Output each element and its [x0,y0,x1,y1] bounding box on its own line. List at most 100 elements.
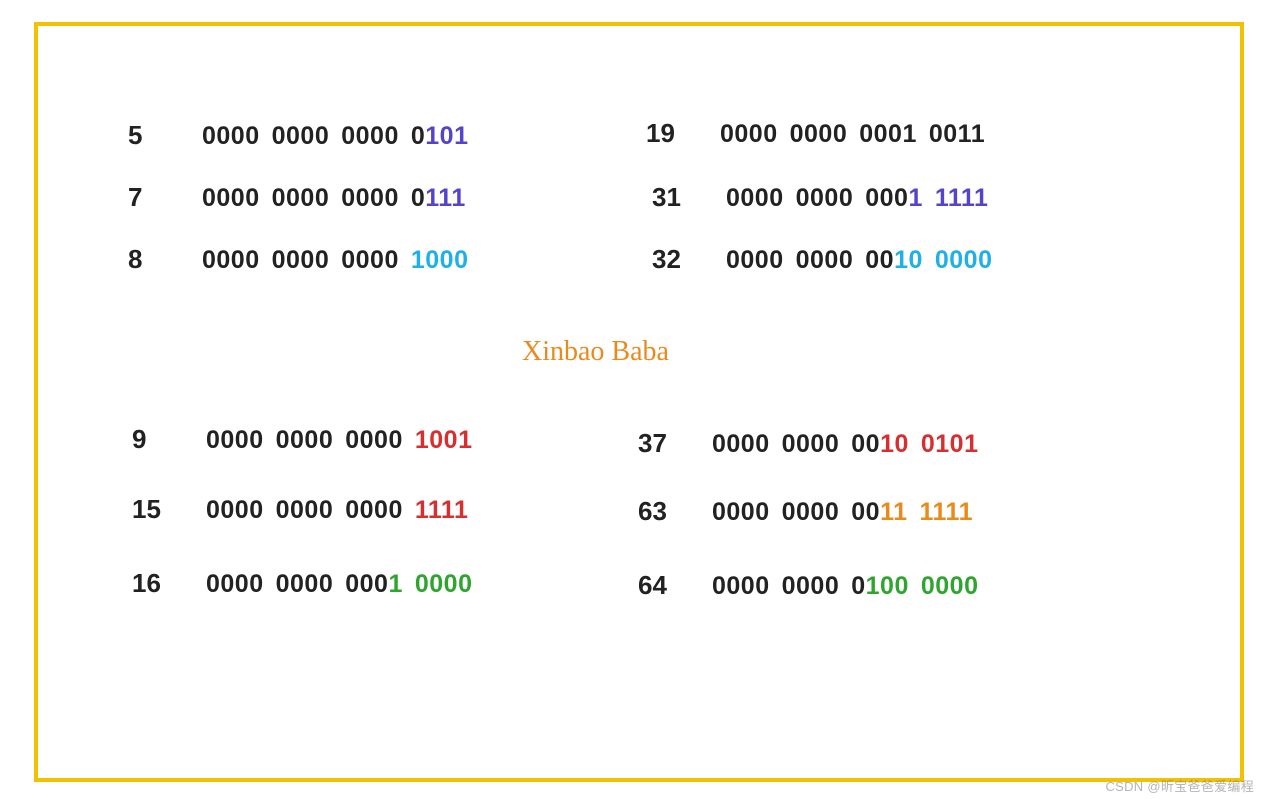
bit-run: 0000 [712,572,770,600]
nibble-group: 0000 [276,426,334,454]
bit-run: 0000 [712,498,770,526]
diagram-title: Xinbao Baba [522,336,669,368]
nibble-group: 0000 [202,246,260,274]
bit-run: 1111 [920,498,973,526]
binary-value: 0000 0000 0001 0011 [720,120,985,149]
bit-run: 0000 [341,246,399,274]
bit-run: 0000 [726,246,784,274]
decimal-value: 19 [646,118,684,149]
binary-value: 0000000000100000 [726,246,993,275]
decimal-value: 5 [128,120,166,151]
bit-run: 0 [411,122,425,150]
bit-run: 0000 [276,426,334,454]
binary-row-19: 19 0000 0000 0001 0011 [646,118,985,149]
nibble-group: 0111 [411,184,466,212]
nibble-group: 0000 [712,572,770,600]
binary-value: 0000 0000 0011 1111 [712,498,973,527]
bit-run: 1111 [935,184,988,212]
nibble-group: 0000 [415,570,473,598]
bit-run: 0000 [782,498,840,526]
watermark-text: CSDN @昕宝爸爸爱编程 [1105,776,1254,795]
nibble-group: 0000 [272,246,330,274]
bit-run: 0000 [272,184,330,212]
nibble-group: 1111 [935,184,988,212]
nibble-group: 1111 [415,496,468,524]
nibble-group: 0000 [202,122,260,150]
bit-run: 1 [908,184,922,212]
nibble-group: 0000 [712,430,770,458]
bit-run: 0001 [859,120,917,148]
binary-row-9: 9 0000 0000 0000 1001 [132,424,473,455]
bit-run: 00 [851,430,880,458]
bit-run: 0000 [726,184,784,212]
nibble-group: 0000 [341,122,399,150]
nibble-group: 1001 [415,426,473,454]
bit-run: 0000 [341,122,399,150]
binary-value: 0000000000001111 [206,496,468,525]
bit-run: 0000 [921,572,979,600]
nibble-group: 0000 [782,498,840,526]
bit-run: 0000 [790,120,848,148]
nibble-group: 0000 [782,572,840,600]
bit-run: 0011 [929,120,985,148]
nibble-group: 0000 [782,430,840,458]
bit-run: 0000 [720,120,778,148]
binary-value: 0000 0000 0000 0111 [202,184,466,213]
nibble-group: 0000 [712,498,770,526]
binary-row-5: 50000000000000101 [128,120,469,151]
bit-run: 0000 [272,246,330,274]
bit-run: 0101 [921,430,979,458]
nibble-group: 0011 [851,498,907,526]
bit-run: 1 [388,570,402,598]
bit-run: 11 [880,498,907,526]
decimal-value: 63 [638,496,676,527]
bit-run: 10 [880,430,909,458]
bit-run: 1001 [415,426,473,454]
bit-run: 0000 [202,246,260,274]
bit-run: 000 [865,184,908,212]
nibble-group: 0000 [796,184,854,212]
bit-run: 1111 [415,496,468,524]
bit-run: 0000 [782,572,840,600]
bit-run: 0000 [272,122,330,150]
decimal-value: 7 [128,182,166,213]
diagram-frame: 5000000000000010170000000000000111800000… [34,22,1244,782]
bit-run: 1000 [411,246,469,274]
nibble-group: 0000 [726,184,784,212]
nibble-group: 0010 [851,430,909,458]
decimal-value: 31 [652,182,690,213]
nibble-group: 0000 [206,426,264,454]
binary-value: 0000 0000 0100 0000 [712,572,979,601]
bit-run: 0000 [782,430,840,458]
bit-run: 00 [865,246,894,274]
nibble-group: 0000 [272,184,330,212]
decimal-value: 15 [132,494,170,525]
bit-run: 0000 [345,426,403,454]
nibble-group: 0000 [272,122,330,150]
decimal-value: 9 [132,424,170,455]
binary-value: 0000000000000101 [202,122,469,151]
nibble-group: 0000 [202,184,260,212]
binary-row-32: 320000000000100000 [652,244,993,275]
binary-row-8: 8 0000 0000 0000 1000 [128,244,469,275]
nibble-group: 0000 [206,570,264,598]
binary-value: 0000000000010000 [206,570,473,599]
nibble-group: 0100 [851,572,909,600]
bit-run: 0000 [276,496,334,524]
bit-run: 0000 [712,430,770,458]
nibble-group: 0101 [411,122,469,150]
binary-row-63: 63 0000 0000 0011 1111 [638,496,973,527]
bit-run: 100 [866,572,909,600]
decimal-value: 8 [128,244,166,275]
nibble-group: 0000 [341,184,399,212]
bit-run: 101 [425,122,468,150]
binary-value: 0000 0000 0000 1000 [202,246,469,275]
binary-value: 0000 0000 0000 1001 [206,426,473,455]
decimal-value: 16 [132,568,170,599]
bit-run: 0000 [206,570,264,598]
nibble-group: 0000 [720,120,778,148]
binary-row-64: 640000000001000000 [638,570,979,601]
nibble-group: 0000 [796,246,854,274]
bit-run: 0000 [206,496,264,524]
nibble-group: 0000 [345,426,403,454]
